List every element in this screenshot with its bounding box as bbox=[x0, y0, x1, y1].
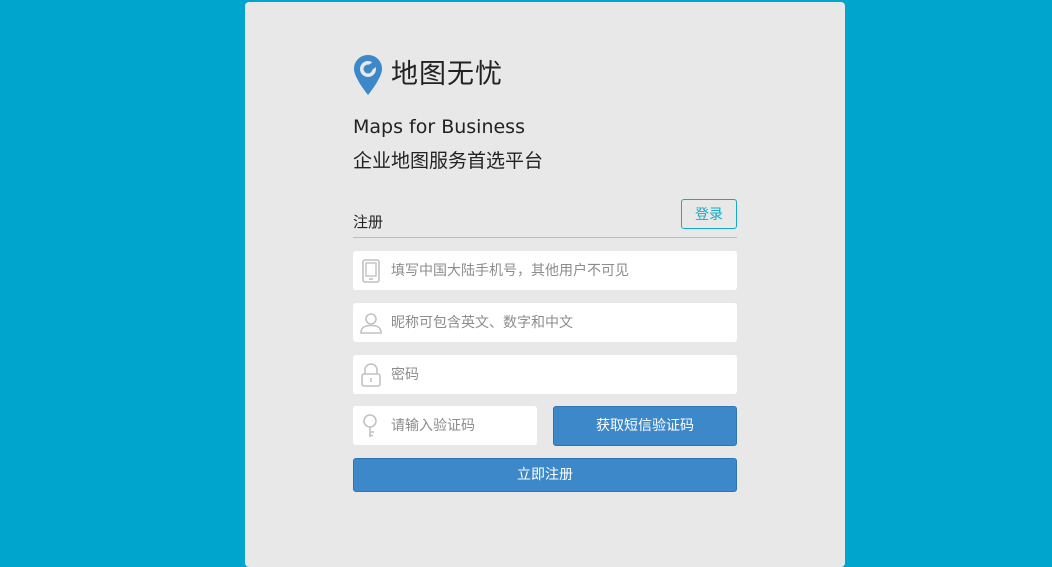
tab-register[interactable]: 注册 bbox=[353, 211, 383, 232]
password-field bbox=[353, 355, 737, 394]
code-field bbox=[353, 406, 537, 445]
nickname-input[interactable] bbox=[391, 303, 721, 342]
tagline-english: Maps for Business bbox=[353, 116, 525, 138]
get-sms-code-button[interactable]: 获取短信验证码 bbox=[553, 406, 737, 446]
login-button[interactable]: 登录 bbox=[681, 199, 737, 229]
nickname-field bbox=[353, 303, 737, 342]
brand-name: 地图无忧 bbox=[391, 59, 503, 90]
map-pin-icon bbox=[354, 55, 382, 95]
user-icon bbox=[360, 313, 382, 334]
lock-icon bbox=[361, 363, 381, 387]
register-submit-button[interactable]: 立即注册 bbox=[353, 458, 737, 492]
password-input[interactable] bbox=[391, 355, 721, 394]
code-input[interactable] bbox=[391, 406, 529, 445]
phone-input[interactable] bbox=[391, 251, 721, 290]
key-icon bbox=[363, 414, 377, 437]
register-card: 地图无忧 Maps for Business 企业地图服务首选平台 注册 登录 bbox=[245, 2, 845, 567]
phone-icon bbox=[362, 259, 380, 283]
auth-tabs: 注册 登录 bbox=[353, 198, 737, 238]
tagline-chinese: 企业地图服务首选平台 bbox=[353, 150, 544, 172]
brand: 地图无忧 bbox=[353, 54, 503, 96]
phone-field bbox=[353, 251, 737, 290]
